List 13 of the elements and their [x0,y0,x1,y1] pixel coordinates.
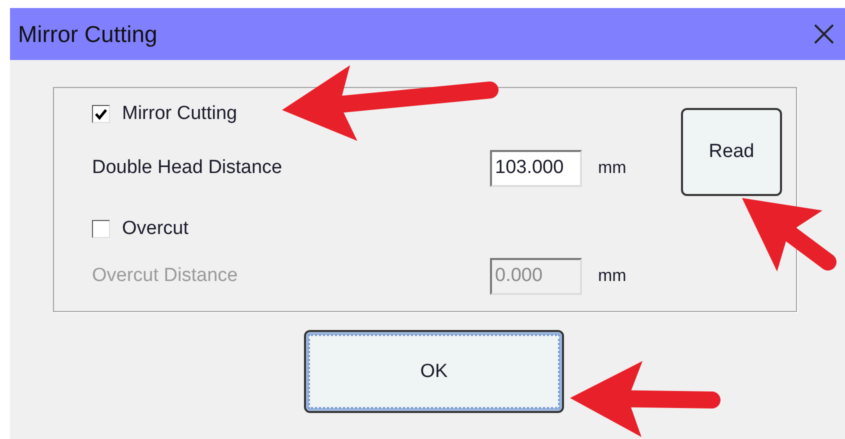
window-title: Mirror Cutting [18,20,158,48]
ok-button[interactable]: OK [304,330,564,413]
field-label: Double Head Distance [92,157,284,179]
unit-label: mm [597,158,628,178]
checkbox[interactable] [92,220,110,238]
unit-label: mm [597,266,628,286]
checkbox-label: Overcut [122,218,189,240]
field-label: Overcut Distance [92,265,239,287]
read-button[interactable]: Read [681,108,782,196]
number-field[interactable]: 103.000 [490,150,582,186]
checkbox[interactable] [92,105,110,123]
close-icon[interactable] [813,23,835,45]
checkbox-label: Mirror Cutting [122,103,238,125]
